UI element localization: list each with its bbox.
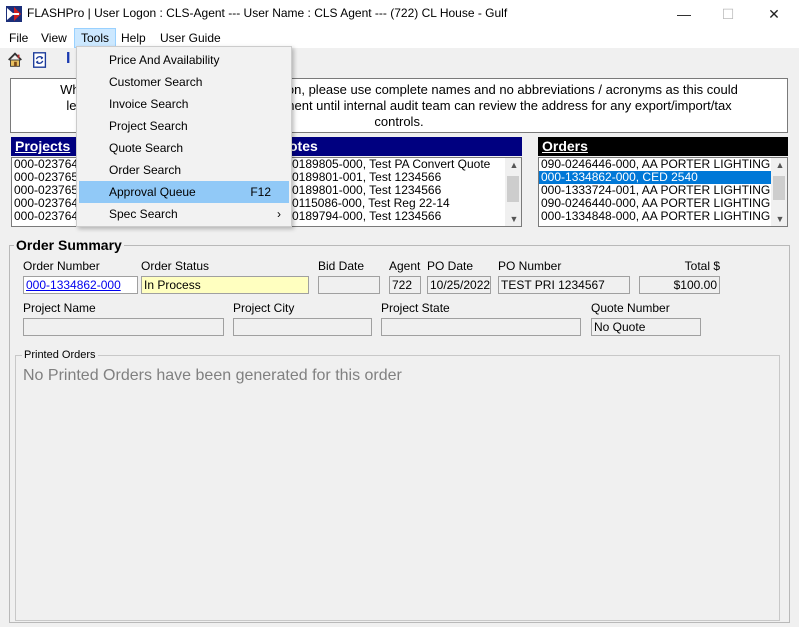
menu-item-approval-queue[interactable]: Approval Queue F12 bbox=[79, 181, 289, 203]
menu-item-customer-search[interactable]: Customer Search bbox=[79, 71, 289, 93]
project-state-field[interactable] bbox=[381, 318, 581, 336]
menu-item-label: Spec Search bbox=[109, 207, 178, 221]
window-title: FLASHPro | User Logon : CLS-Agent --- Us… bbox=[27, 6, 508, 20]
menu-item-order-search[interactable]: Order Search bbox=[79, 159, 289, 181]
menu-item-label: Order Search bbox=[109, 163, 182, 177]
po-date-label: PO Date bbox=[427, 259, 474, 273]
project-city-label: Project City bbox=[233, 301, 295, 315]
menu-item-invoice-search[interactable]: Invoice Search bbox=[79, 93, 289, 115]
order-number-label: Order Number bbox=[23, 259, 100, 273]
quotes-scrollbar[interactable]: ▲ ▼ bbox=[505, 158, 521, 226]
order-status-field[interactable]: In Process bbox=[141, 276, 309, 294]
printed-orders-frame bbox=[15, 355, 780, 621]
menu-item-project-search[interactable]: Project Search bbox=[79, 115, 289, 137]
order-number-field[interactable]: 000-1334862-000 bbox=[23, 276, 138, 294]
order-summary-title: Order Summary bbox=[14, 237, 124, 253]
menu-item-label: Price And Availability bbox=[109, 53, 220, 67]
title-bar: FLASHPro | User Logon : CLS-Agent --- Us… bbox=[0, 0, 799, 28]
total-label: Total $ bbox=[684, 259, 720, 273]
list-item[interactable]: 090-0246446-000, AA PORTER LIGHTING FIXT bbox=[539, 158, 771, 171]
menu-file[interactable]: File bbox=[3, 28, 34, 48]
menu-item-label: Project Search bbox=[109, 119, 188, 133]
total-field[interactable]: $100.00 bbox=[639, 276, 720, 294]
app-logo-icon bbox=[6, 6, 22, 22]
menu-item-label: Customer Search bbox=[109, 75, 203, 89]
menu-help[interactable]: Help bbox=[115, 28, 152, 48]
maximize-button[interactable]: ☐ bbox=[705, 0, 751, 28]
project-city-field[interactable] bbox=[233, 318, 372, 336]
notice-line2-end: ment until internal audit team can revie… bbox=[283, 98, 732, 113]
orders-header-label: Orders bbox=[542, 138, 588, 154]
orders-header: Orders bbox=[538, 137, 788, 156]
tools-dropdown-menu: Price And Availability Customer Search I… bbox=[76, 46, 292, 227]
menu-item-label: Approval Queue bbox=[109, 185, 196, 199]
menu-tools[interactable]: Tools bbox=[74, 28, 117, 48]
notice-line1-end: on, please use complete names and no abb… bbox=[286, 82, 738, 97]
scroll-down-icon[interactable]: ▼ bbox=[771, 212, 787, 226]
chevron-right-icon: › bbox=[277, 207, 281, 221]
menu-view[interactable]: View bbox=[35, 28, 73, 48]
menu-item-quote-search[interactable]: Quote Search bbox=[79, 137, 289, 159]
quote-number-field[interactable]: No Quote bbox=[591, 318, 701, 336]
quotes-header-label: otes bbox=[289, 138, 318, 154]
menu-item-shortcut: F12 bbox=[250, 185, 271, 199]
refresh-icon[interactable] bbox=[30, 50, 50, 70]
order-number-link[interactable]: 000-1334862-000 bbox=[26, 278, 121, 292]
agent-field[interactable]: 722 bbox=[389, 276, 421, 294]
printed-orders-message: No Printed Orders have been generated fo… bbox=[23, 367, 402, 384]
list-item[interactable]: 000-1334848-000, AA PORTER LIGHTING FIXT bbox=[539, 210, 771, 223]
po-date-field[interactable]: 10/25/2022 bbox=[427, 276, 491, 294]
project-state-label: Project State bbox=[381, 301, 450, 315]
projects-header-label: Projects bbox=[15, 138, 71, 154]
scroll-down-icon[interactable]: ▼ bbox=[505, 212, 521, 226]
quote-number-label: Quote Number bbox=[591, 301, 670, 315]
po-number-label: PO Number bbox=[498, 259, 562, 273]
minimize-button[interactable]: — bbox=[661, 0, 707, 28]
menu-item-price-and-availability[interactable]: Price And Availability bbox=[79, 49, 289, 71]
home-icon[interactable] bbox=[5, 50, 25, 70]
scrollbar-thumb[interactable] bbox=[773, 176, 785, 200]
project-name-field[interactable] bbox=[23, 318, 224, 336]
list-item[interactable]: 090-0246440-000, AA PORTER LIGHTING FIXT bbox=[539, 197, 771, 210]
close-button[interactable]: ✕ bbox=[751, 0, 797, 28]
orders-scrollbar[interactable]: ▲ ▼ bbox=[771, 158, 787, 226]
list-item-selected[interactable]: 000-1334862-000, CED 2540 bbox=[539, 171, 771, 184]
menu-item-label: Invoice Search bbox=[109, 97, 189, 111]
bid-date-field[interactable] bbox=[318, 276, 380, 294]
agent-label: Agent bbox=[389, 259, 421, 273]
scroll-up-icon[interactable]: ▲ bbox=[771, 158, 787, 172]
toolbar-partial-label: I bbox=[66, 50, 71, 67]
list-item[interactable]: 000-1333724-001, AA PORTER LIGHTING FIXT bbox=[539, 184, 771, 197]
menu-bar: File View Tools Help User Guide bbox=[0, 28, 799, 48]
menu-user-guide[interactable]: User Guide bbox=[154, 28, 227, 48]
menu-item-label: Quote Search bbox=[109, 141, 184, 155]
scrollbar-thumb[interactable] bbox=[507, 176, 519, 202]
po-number-field[interactable]: TEST PRI 1234567 bbox=[498, 276, 630, 294]
project-name-label: Project Name bbox=[23, 301, 96, 315]
scroll-up-icon[interactable]: ▲ bbox=[505, 158, 521, 172]
bid-date-label: Bid Date bbox=[318, 259, 365, 273]
order-status-label: Order Status bbox=[141, 259, 210, 273]
menu-item-spec-search[interactable]: Spec Search › bbox=[79, 203, 289, 225]
list-item[interactable]: -0189794-000, Test 1234566 bbox=[286, 210, 521, 223]
printed-orders-title: Printed Orders bbox=[22, 349, 98, 361]
orders-list[interactable]: 090-0246446-000, AA PORTER LIGHTING FIXT… bbox=[538, 157, 788, 227]
